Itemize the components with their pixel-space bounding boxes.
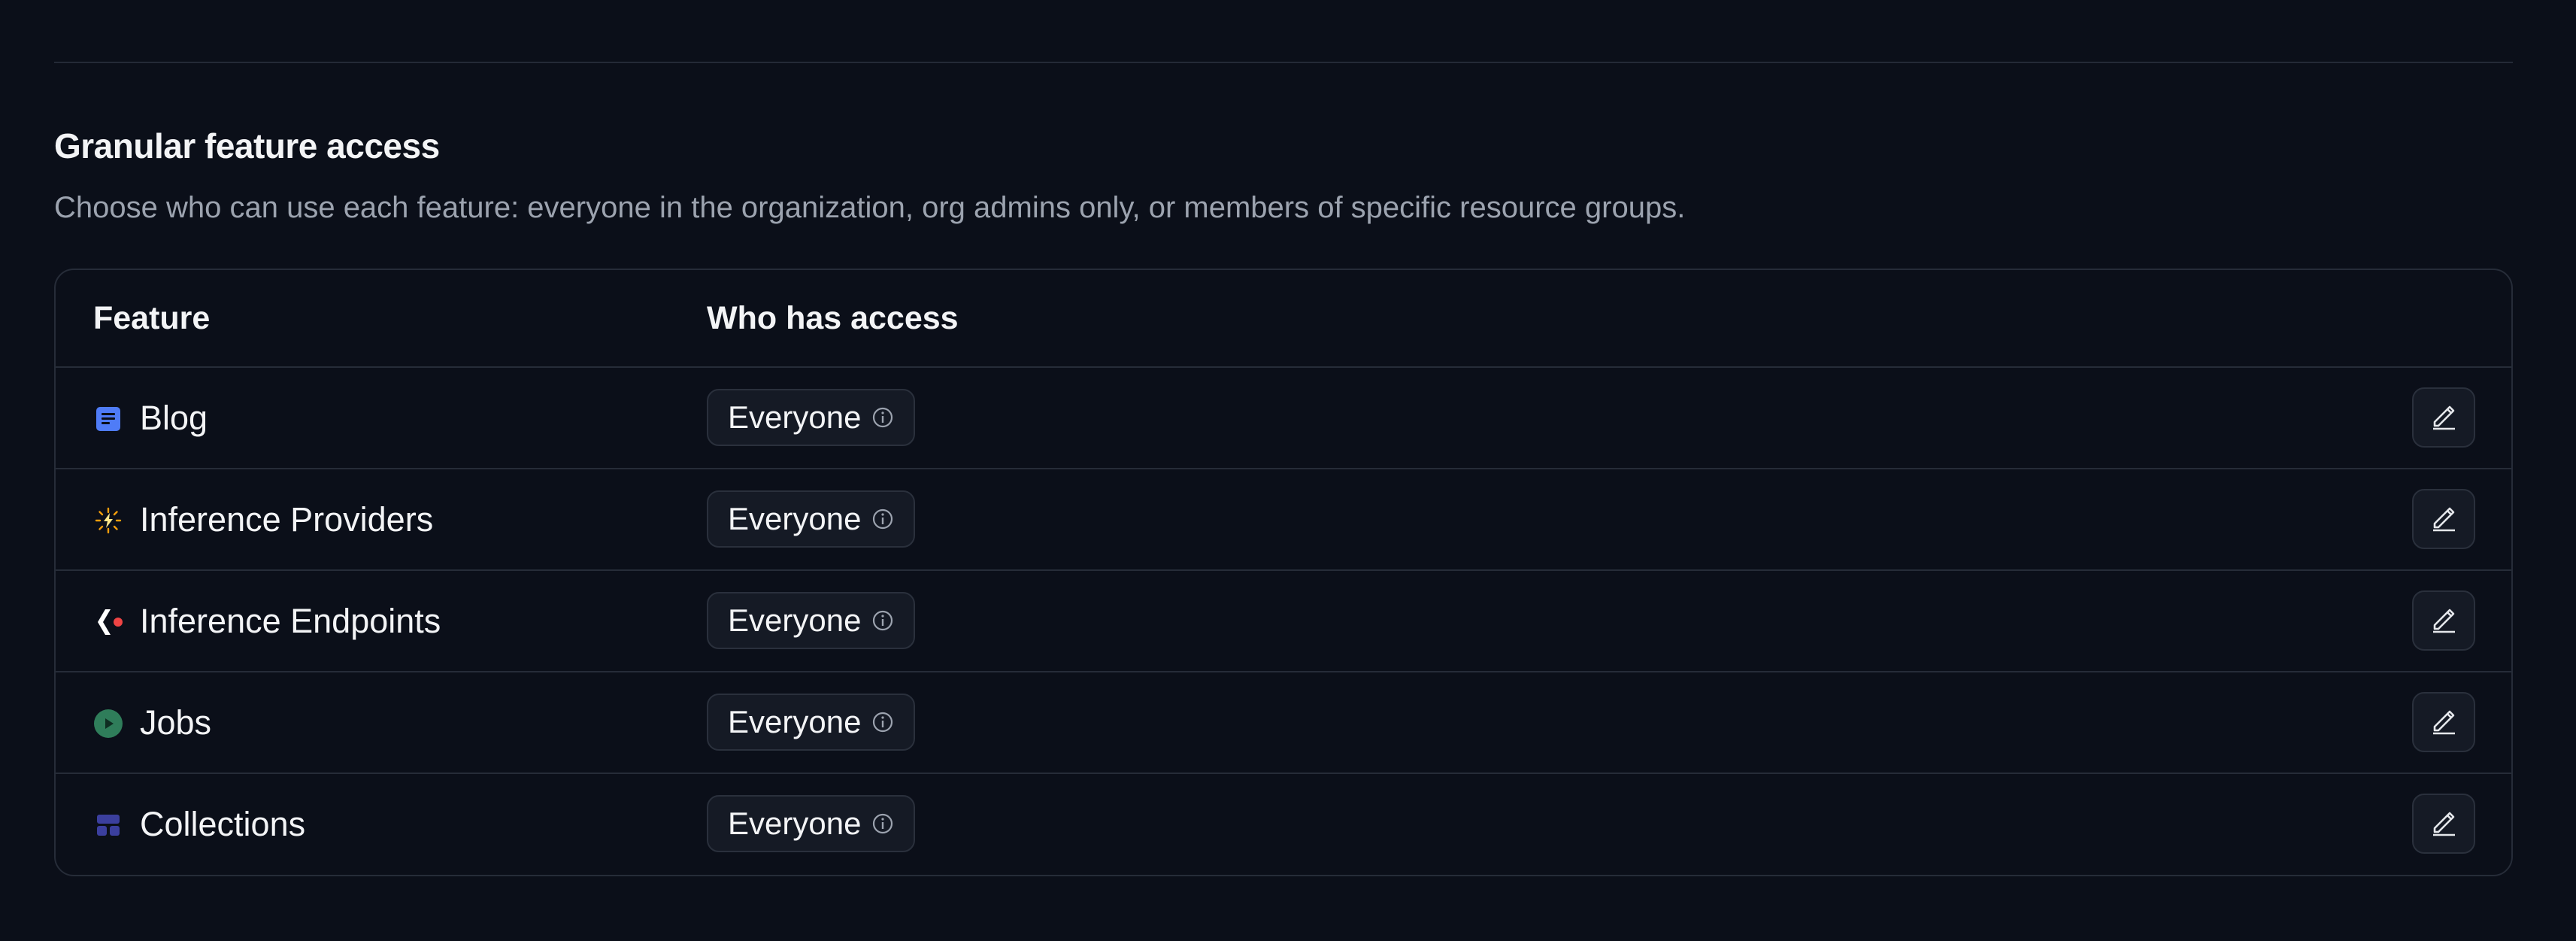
access-badge[interactable]: Everyone xyxy=(707,795,916,852)
table-row: Blog Everyone xyxy=(56,368,2511,469)
table-row: Jobs Everyone xyxy=(56,672,2511,774)
access-label: Everyone xyxy=(728,501,862,536)
feature-access-page: Granular feature access Choose who can u… xyxy=(0,0,2576,941)
jobs-icon xyxy=(93,709,123,739)
edit-button[interactable] xyxy=(2412,794,2475,854)
info-icon[interactable] xyxy=(871,609,894,632)
access-label: Everyone xyxy=(728,399,862,435)
column-header-feature: Feature xyxy=(93,300,211,336)
access-label: Everyone xyxy=(728,603,862,638)
table-row: Inference Endpoints Everyone xyxy=(56,571,2511,672)
blog-icon xyxy=(93,404,123,434)
access-badge[interactable]: Everyone xyxy=(707,389,916,446)
access-badge[interactable]: Everyone xyxy=(707,694,916,751)
feature-name: Jobs xyxy=(140,703,212,742)
pencil-icon xyxy=(2429,807,2459,841)
table-row: Inference Providers Everyone xyxy=(56,469,2511,571)
access-label: Everyone xyxy=(728,806,862,841)
access-badge[interactable]: Everyone xyxy=(707,592,916,649)
info-icon[interactable] xyxy=(871,711,894,733)
info-icon[interactable] xyxy=(871,812,894,835)
pencil-icon xyxy=(2429,502,2459,536)
pencil-icon xyxy=(2429,401,2459,435)
feature-name: Collections xyxy=(140,805,306,843)
column-header-access: Who has access xyxy=(707,300,959,336)
feature-name: Blog xyxy=(140,399,208,437)
access-label: Everyone xyxy=(728,704,862,739)
table-row: Collections Everyone xyxy=(56,774,2511,874)
info-icon[interactable] xyxy=(871,406,894,429)
inference-providers-icon xyxy=(93,505,123,536)
pencil-icon xyxy=(2429,706,2459,739)
edit-button[interactable] xyxy=(2412,489,2475,549)
top-divider xyxy=(54,62,2513,63)
inference-endpoints-icon xyxy=(93,607,123,637)
edit-button[interactable] xyxy=(2412,387,2475,448)
section-description: Choose who can use each feature: everyon… xyxy=(54,191,1686,224)
feature-access-table: Feature Who has access Blog Everyone Inf… xyxy=(54,269,2513,876)
table-header: Feature Who has access xyxy=(56,270,2511,368)
edit-button[interactable] xyxy=(2412,692,2475,752)
pencil-icon xyxy=(2429,604,2459,638)
collections-icon xyxy=(93,810,123,840)
section-title: Granular feature access xyxy=(54,126,440,165)
info-icon[interactable] xyxy=(871,508,894,530)
feature-name: Inference Providers xyxy=(140,500,434,539)
feature-name: Inference Endpoints xyxy=(140,602,441,640)
edit-button[interactable] xyxy=(2412,590,2475,651)
access-badge[interactable]: Everyone xyxy=(707,490,916,548)
